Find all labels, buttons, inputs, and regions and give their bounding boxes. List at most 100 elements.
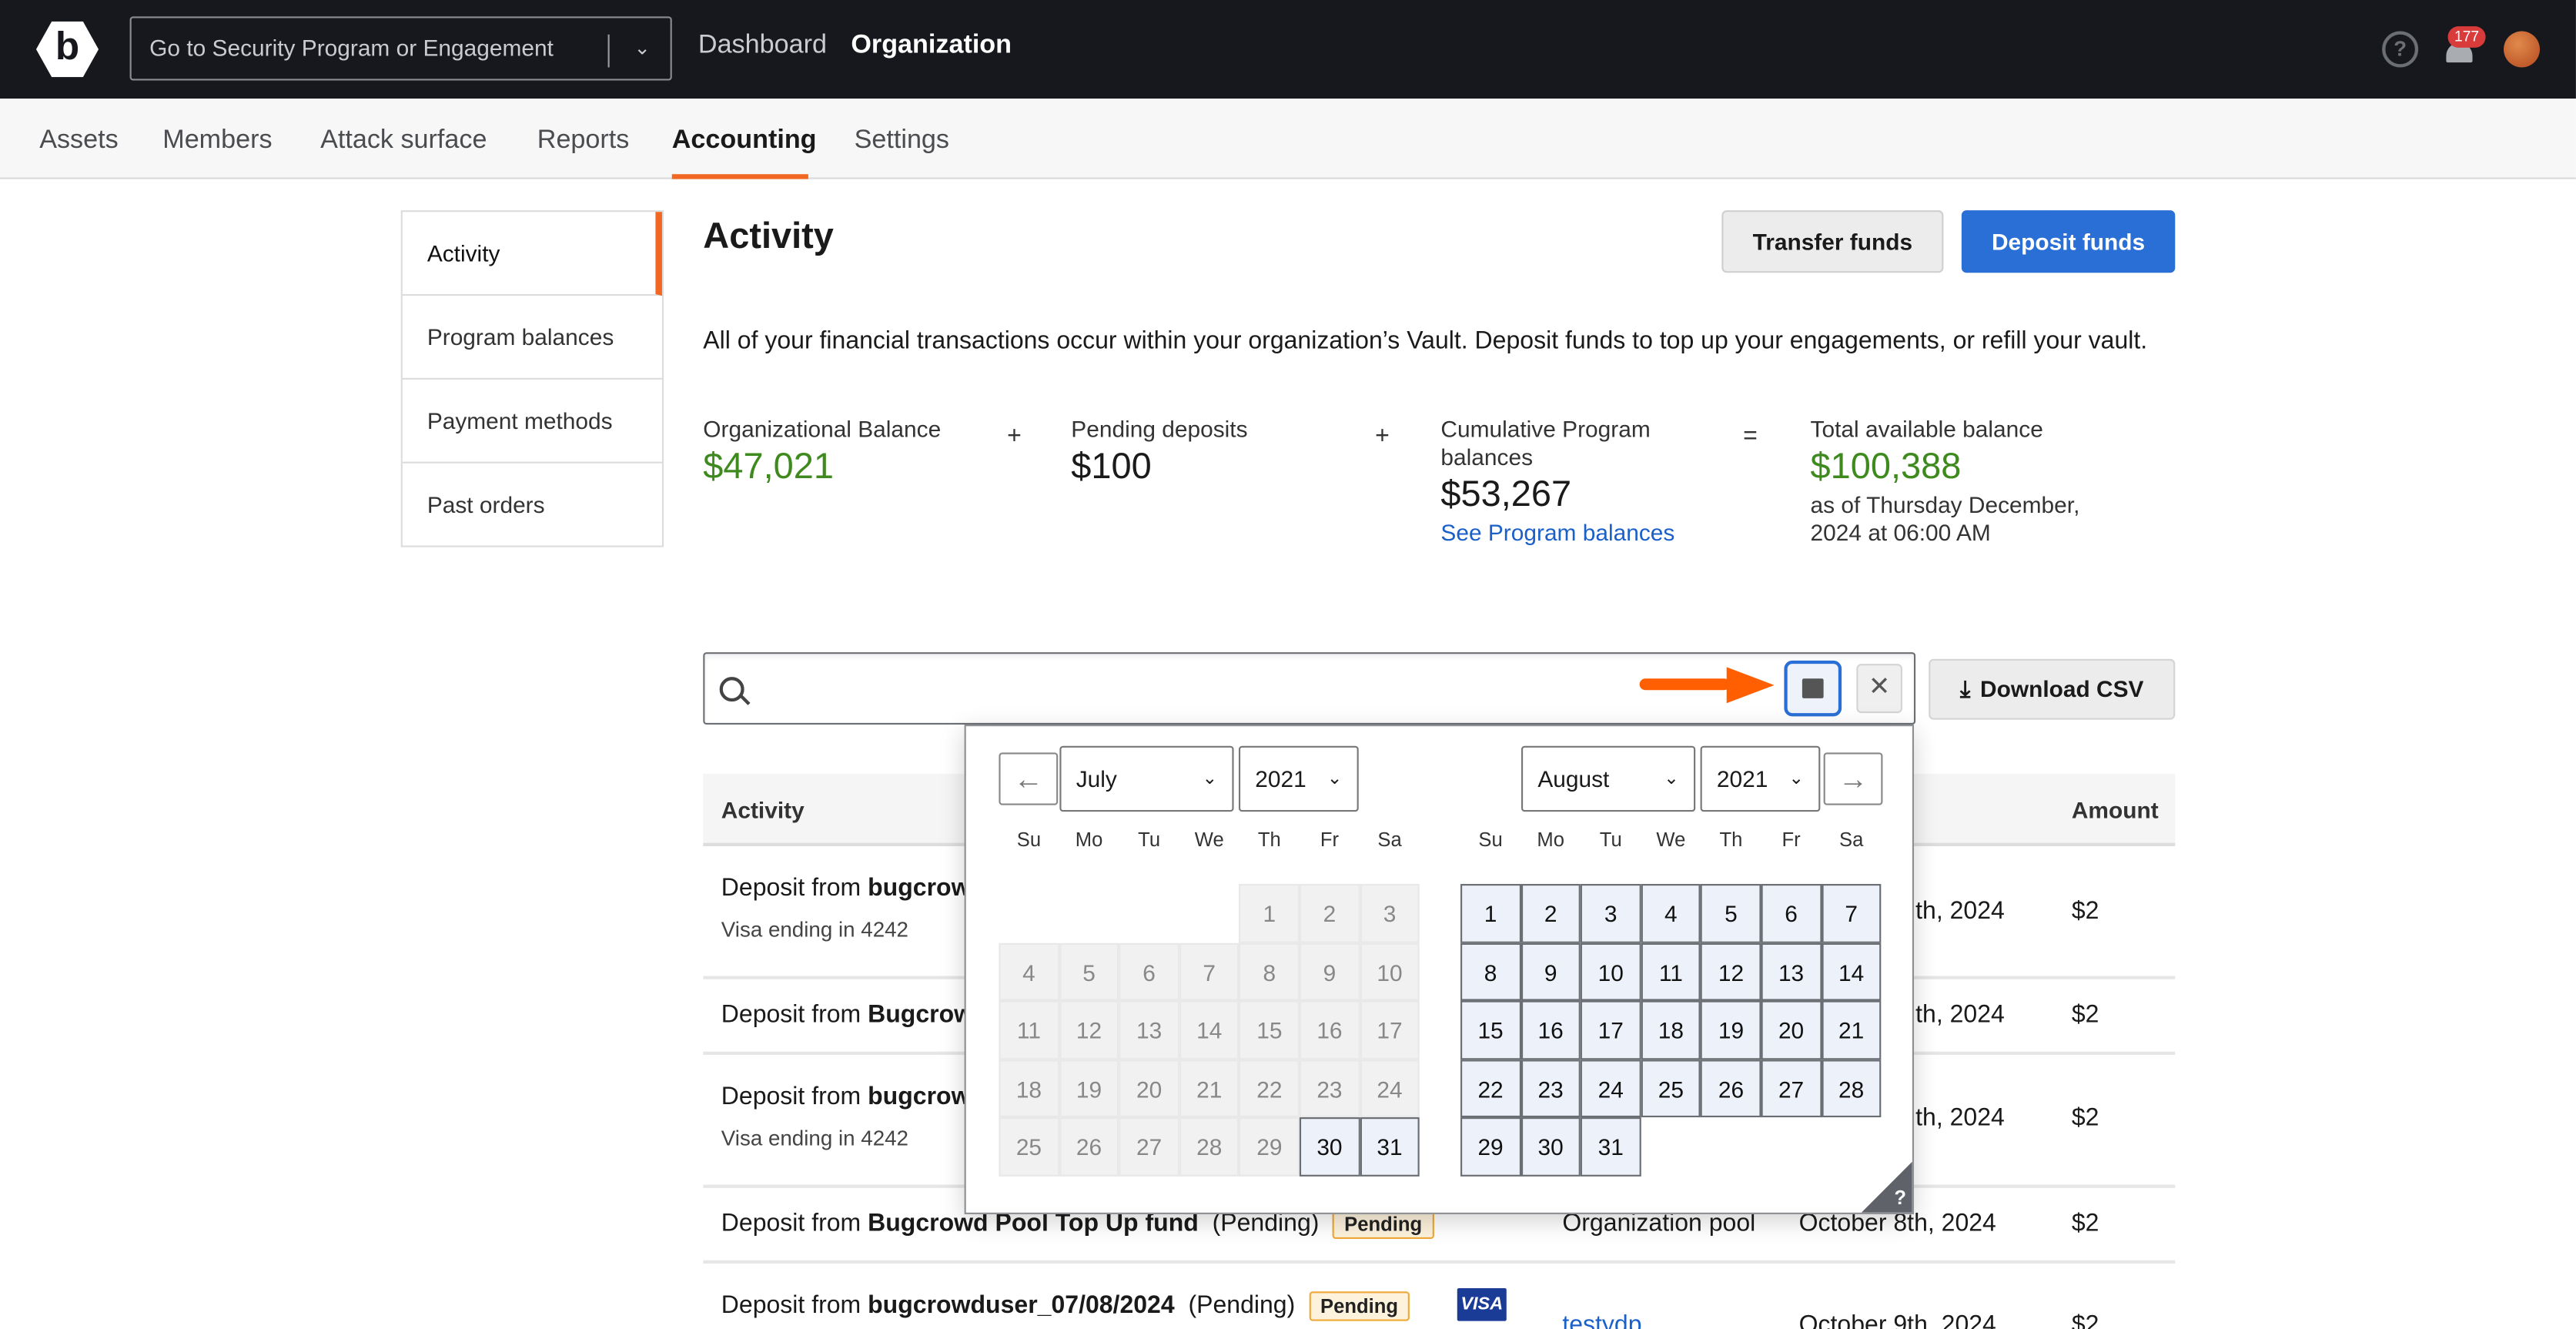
download-csv-button[interactable]: ⤓ Download CSV [1929, 658, 2176, 720]
calendar-day: 16 [1299, 1000, 1360, 1060]
weekday-label: Mo [1537, 828, 1564, 852]
calendar-day[interactable]: 30 [1521, 1117, 1581, 1177]
row-date: October 9th, 2024 [1798, 1311, 1996, 1329]
row-card: Visa ending in 4242 [721, 1125, 908, 1150]
calendar-day[interactable]: 15 [1460, 1000, 1521, 1060]
tab-assets[interactable]: Assets [39, 126, 118, 156]
nav-organization[interactable]: Organization [851, 32, 1012, 61]
calendar-day: 17 [1360, 1000, 1420, 1060]
calendar-day[interactable]: 25 [1641, 1059, 1701, 1118]
row-name: bugcrowduser_07/08/2024 [868, 1291, 1175, 1320]
table-row-activity: Deposit from bugcrow [721, 874, 971, 902]
calendar-day[interactable]: 10 [1581, 942, 1641, 1001]
calendar-day[interactable]: 5 [1701, 884, 1761, 942]
tab-settings[interactable]: Settings [855, 126, 949, 156]
row-divider [703, 1260, 2176, 1264]
calendar-day: 12 [1059, 1000, 1119, 1060]
deposit-funds-button[interactable]: Deposit funds [1961, 210, 2176, 273]
pending-deposits-value: $100 [1071, 445, 1152, 487]
calendar-day: 4 [999, 942, 1059, 1001]
column-header-activity[interactable]: Activity [721, 797, 805, 823]
calendar-day: 8 [1239, 942, 1300, 1001]
calendar-day[interactable]: 27 [1761, 1059, 1822, 1118]
calendar-day[interactable]: 26 [1701, 1059, 1761, 1118]
right-year-select[interactable]: 2021 ⌄ [1700, 745, 1821, 812]
calendar-day[interactable]: 4 [1641, 884, 1701, 942]
row-card: Visa ending in 4242 [721, 916, 908, 942]
cumulative-value: $53,267 [1440, 473, 1572, 514]
calendar-day[interactable]: 3 [1581, 884, 1641, 942]
org-balance-label: Organizational Balance [703, 415, 942, 443]
row-text: Deposit from [721, 1000, 868, 1029]
calendar-day[interactable]: 7 [1821, 884, 1882, 942]
calendar-day[interactable]: 9 [1521, 942, 1581, 1001]
calendar-day[interactable]: 21 [1821, 1000, 1882, 1060]
row-text: Deposit from [721, 1209, 868, 1237]
left-year-select[interactable]: 2021 ⌄ [1238, 745, 1359, 812]
sidebar-item-program-balances[interactable]: Program balances [402, 296, 662, 380]
calendar-day[interactable]: 30 [1299, 1117, 1360, 1177]
clear-button[interactable]: ✕ [1856, 664, 1903, 714]
chevron-down-icon: ⌄ [1788, 768, 1805, 789]
sidebar-item-activity[interactable]: Activity [402, 212, 662, 296]
chevron-down-icon: ⌄ [1326, 768, 1343, 789]
program-select[interactable]: Go to Security Program or Engagement ⌄ [129, 16, 672, 81]
see-program-balances-link[interactable]: See Program balances [1440, 519, 1674, 545]
calendar-day[interactable]: 31 [1360, 1117, 1420, 1177]
row-source-link[interactable]: testydp [1562, 1311, 1641, 1329]
weekday-label: Th [1257, 828, 1281, 852]
calendar-day: 28 [1179, 1117, 1239, 1177]
left-month-select[interactable]: July ⌄ [1059, 745, 1234, 812]
plus-operator: + [1375, 422, 1390, 450]
weekday-label: Mo [1075, 828, 1103, 852]
calendar-day[interactable]: 31 [1581, 1117, 1641, 1177]
calendar-day[interactable]: 20 [1761, 1000, 1822, 1060]
calendar-day[interactable]: 18 [1641, 1000, 1701, 1060]
tab-attack-surface[interactable]: Attack surface [320, 126, 487, 156]
calendar-day[interactable]: 13 [1761, 942, 1822, 1001]
column-header-amount[interactable]: Amount [2072, 797, 2159, 823]
nav-dashboard[interactable]: Dashboard [698, 32, 827, 61]
help-icon[interactable]: ? [2382, 31, 2419, 68]
calendar-day[interactable]: 12 [1701, 942, 1761, 1001]
row-name: bugcrow [868, 1083, 971, 1111]
prev-month-button[interactable]: ← [999, 752, 1059, 805]
row-amount: $2 [2071, 1103, 2099, 1133]
sidebar-item-payment-methods[interactable]: Payment methods [402, 380, 662, 464]
right-month-select[interactable]: August ⌄ [1521, 745, 1696, 812]
calendar-day: 27 [1119, 1117, 1179, 1177]
calendar-button[interactable] [1784, 660, 1842, 717]
calendar-day[interactable]: 23 [1521, 1059, 1581, 1118]
next-month-button[interactable]: → [1823, 752, 1883, 805]
calendar-day[interactable]: 19 [1701, 1000, 1761, 1060]
vault-description: All of your financial transactions occur… [703, 326, 2148, 355]
calendar-day[interactable]: 6 [1761, 884, 1822, 942]
calendar-day[interactable]: 28 [1821, 1059, 1882, 1118]
cumulative-label: Cumulative Program balances [1440, 415, 1651, 470]
calendar-day[interactable]: 16 [1521, 1000, 1581, 1060]
page: b Go to Security Program or Engagement ⌄ … [0, 0, 2576, 1329]
calendar-day[interactable]: 22 [1460, 1059, 1521, 1118]
calendar-day: 10 [1360, 942, 1420, 1001]
calendar-day[interactable]: 1 [1460, 884, 1521, 942]
calendar-day: 2 [1299, 884, 1360, 942]
page-title: Activity [703, 215, 834, 256]
tab-reports[interactable]: Reports [537, 126, 630, 156]
left-year-value: 2021 [1255, 765, 1306, 792]
calendar-day[interactable]: 2 [1521, 884, 1581, 942]
calendar-day[interactable]: 29 [1460, 1117, 1521, 1177]
calendar-day[interactable]: 24 [1581, 1059, 1641, 1118]
tab-accounting[interactable]: Accounting [672, 126, 817, 156]
tab-members[interactable]: Members [162, 126, 272, 156]
active-tab-indicator [671, 174, 808, 179]
calendar-day[interactable]: 11 [1641, 942, 1701, 1001]
calendar-day[interactable]: 14 [1821, 942, 1882, 1001]
avatar[interactable] [2504, 31, 2541, 68]
transfer-funds-button[interactable]: Transfer funds [1721, 210, 1944, 273]
calendar-day[interactable]: 17 [1581, 1000, 1641, 1060]
total-balance-label: Total available balance [1810, 415, 2043, 443]
total-balance-value: $100,388 [1810, 445, 1962, 487]
calendar-day[interactable]: 8 [1460, 942, 1521, 1001]
sidebar-item-past-orders[interactable]: Past orders [403, 464, 662, 546]
weekday-label: Su [1478, 828, 1503, 852]
